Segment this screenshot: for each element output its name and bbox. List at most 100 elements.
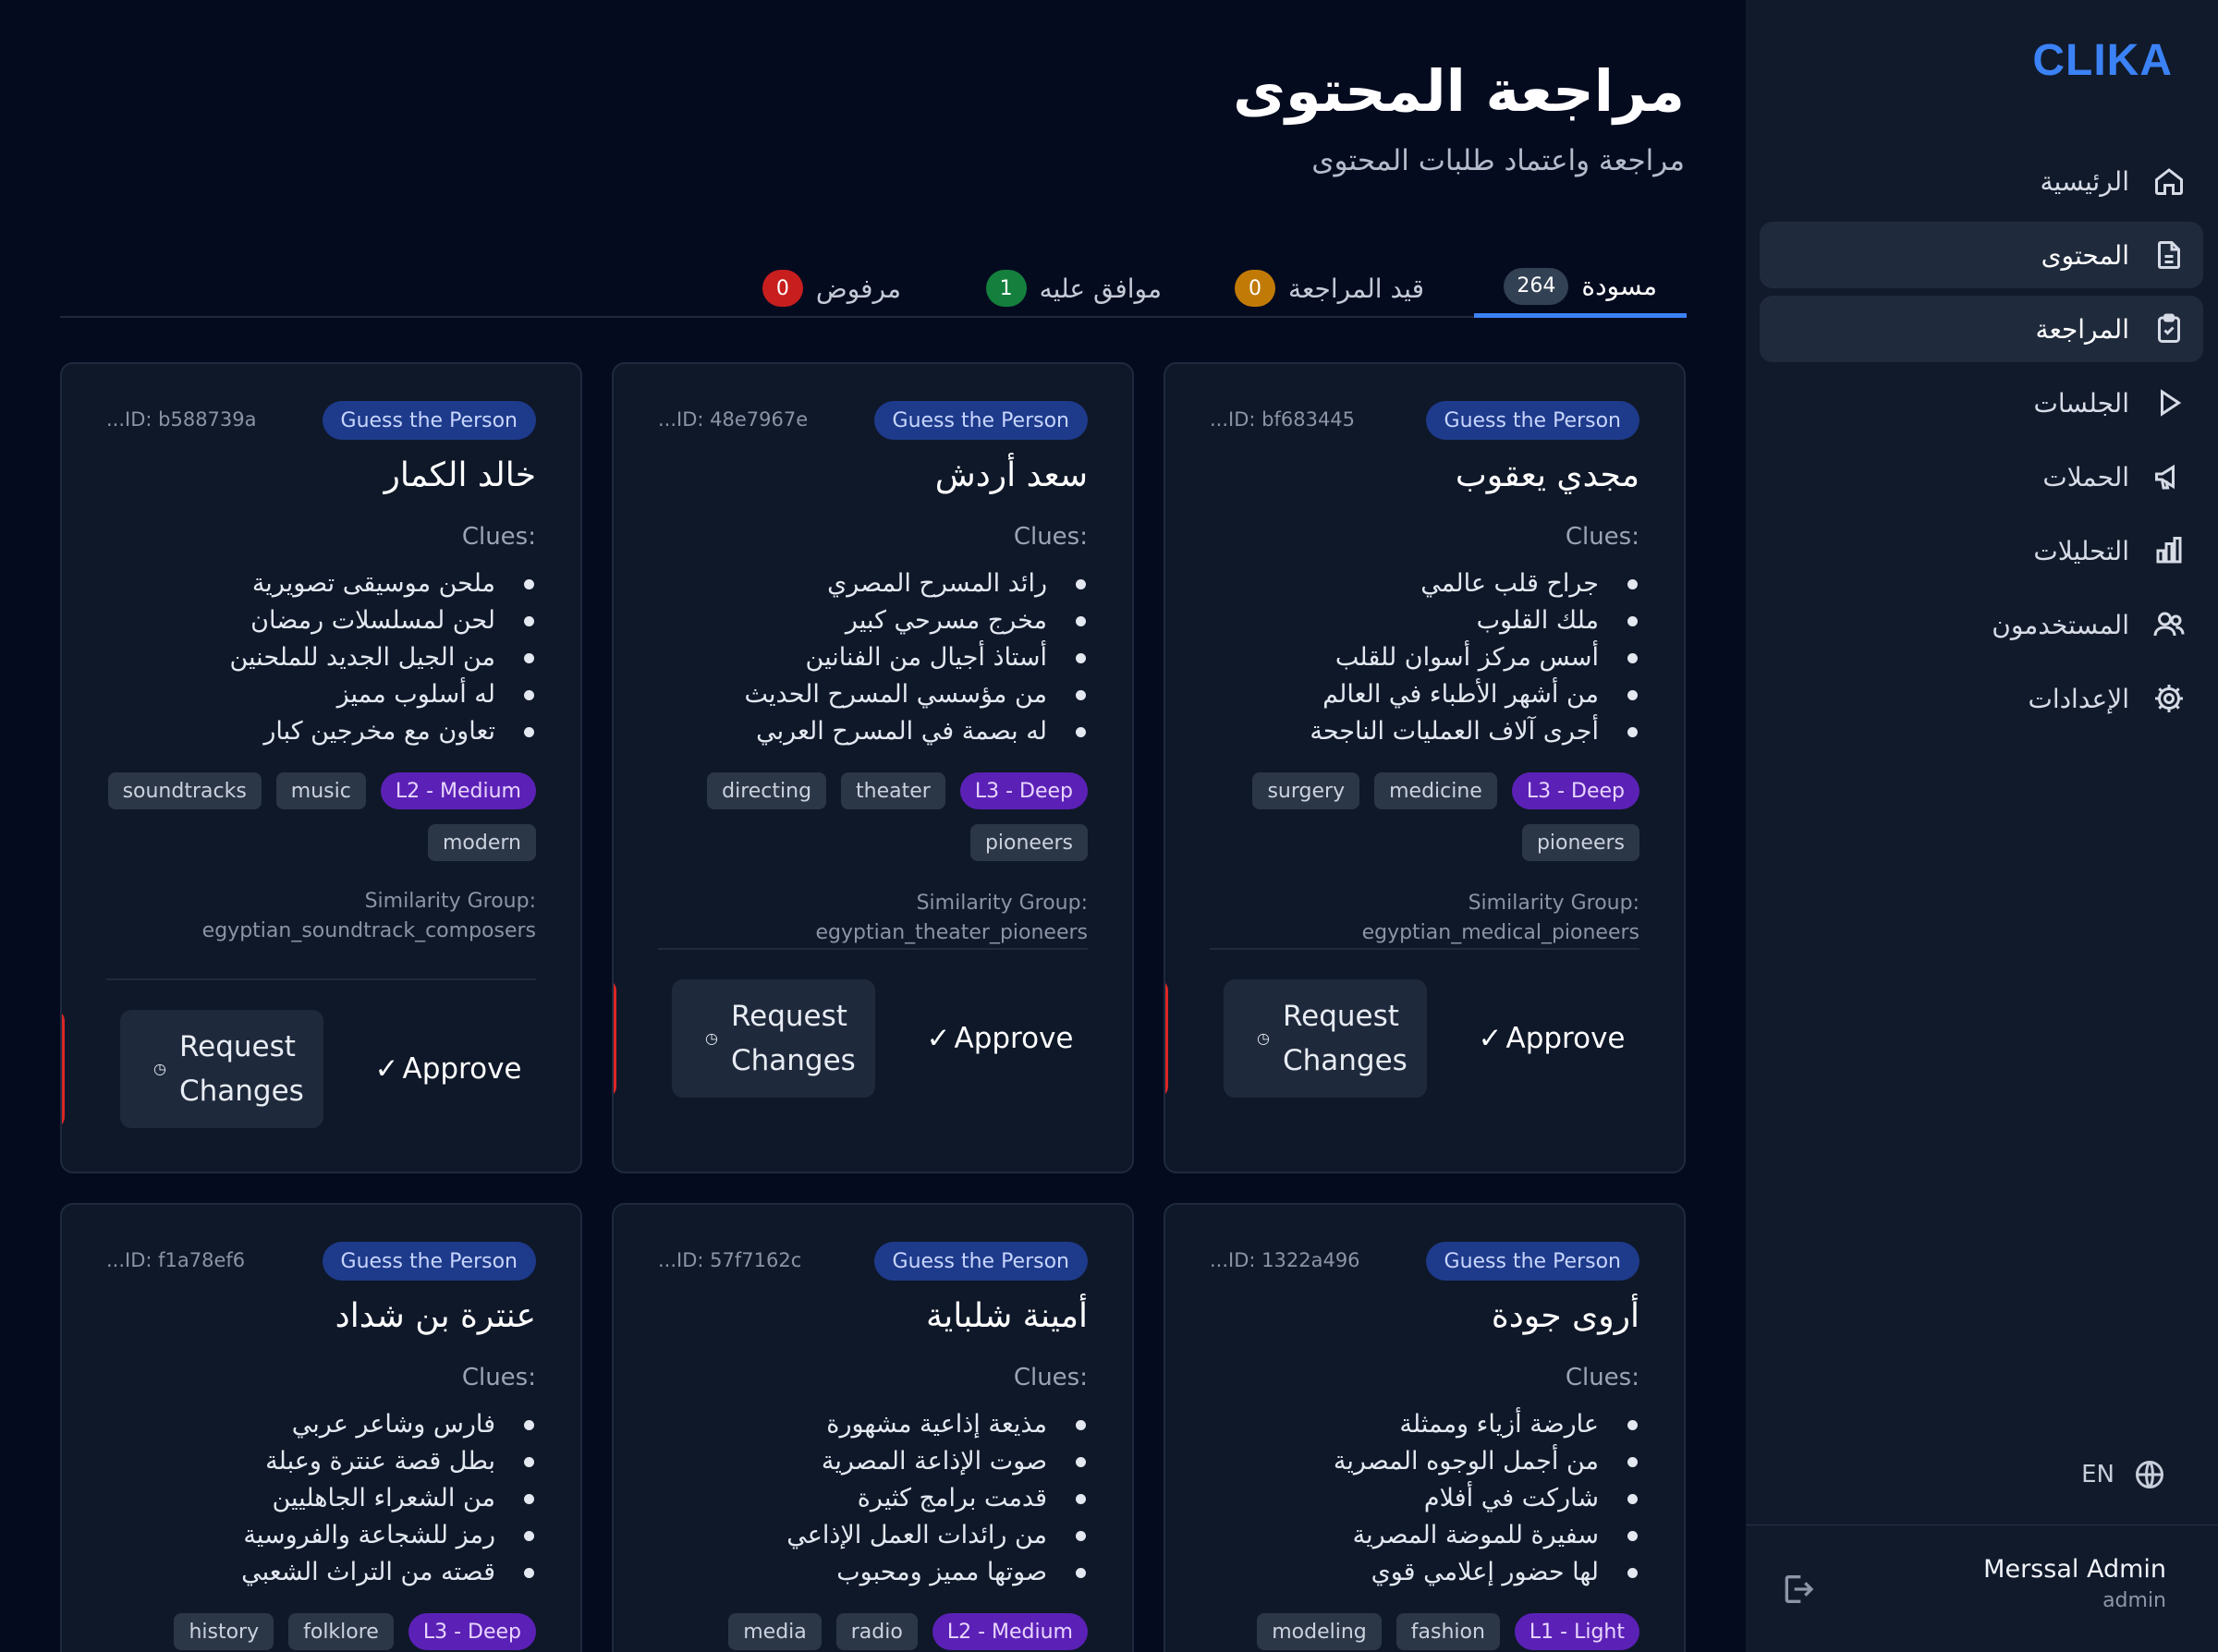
reject-button[interactable]: ✕ t bbox=[614, 979, 616, 1098]
category-badge: Guess the Person bbox=[322, 1242, 536, 1281]
category-badge: Guess the Person bbox=[322, 401, 536, 440]
users-icon bbox=[2151, 607, 2187, 642]
clue-item: أستاذ أجيال من الفنانين bbox=[658, 639, 1088, 676]
card-actions: ✓ Approve ◷ Request Changes ✕ t bbox=[1165, 979, 1639, 1098]
approve-label: Approve bbox=[402, 1052, 522, 1086]
clues-label: :Clues bbox=[461, 523, 536, 551]
sidebar-item-content[interactable]: المحتوى bbox=[1760, 222, 2203, 288]
language-label: EN bbox=[2081, 1461, 2114, 1488]
sidebar-item-label: الرئيسية bbox=[2040, 165, 2129, 197]
tag-list: L3 - Deep folklore history bbox=[106, 1613, 536, 1650]
level-tag: L3 - Deep bbox=[408, 1613, 536, 1650]
card-actions: ✓ Approve ◷ Request Changes ✕ t bbox=[614, 979, 1088, 1098]
home-icon bbox=[2151, 164, 2187, 199]
clipboard-check-icon bbox=[2151, 311, 2187, 346]
sidebar: CLIKA الرئيسية المحتوى المراجعة الجلسات … bbox=[1746, 0, 2218, 1652]
clue-item: من الجيل الجديد للملحنين bbox=[106, 639, 536, 676]
card-divider bbox=[1210, 948, 1639, 950]
sidebar-item-users[interactable]: المستخدمون bbox=[1760, 591, 2203, 658]
tag-list: L2 - Medium music soundtracks modern bbox=[106, 772, 536, 861]
card-title: مجدي يعقوب bbox=[1455, 456, 1639, 494]
clue-item: شاركت في أفلام bbox=[1210, 1480, 1639, 1517]
category-badge: Guess the Person bbox=[873, 401, 1088, 440]
content-id: ...ID: 48e7967e bbox=[658, 408, 809, 431]
count-badge: 0 bbox=[762, 270, 803, 307]
status-tabs: مسودة 264 قيد المراجعة 0 موافق عليه 1 مر… bbox=[60, 242, 1687, 318]
tag: modeling bbox=[1257, 1613, 1382, 1650]
sidebar-item-analytics[interactable]: التحليلات bbox=[1760, 517, 2203, 584]
clock-icon: ◷ bbox=[153, 1060, 166, 1077]
approve-button[interactable]: ✓ Approve bbox=[1464, 979, 1639, 1098]
tag-list: L1 - Light fashion modeling bbox=[1210, 1613, 1639, 1650]
tab-approved[interactable]: موافق عليه 1 bbox=[957, 259, 1191, 318]
approve-label: Approve bbox=[1505, 1022, 1626, 1055]
tag: directing bbox=[707, 772, 827, 809]
sidebar-item-home[interactable]: الرئيسية bbox=[1760, 148, 2203, 214]
user-name: Merssal Admin bbox=[1983, 1555, 2166, 1584]
content-id: ...ID: 1322a496 bbox=[1210, 1249, 1360, 1271]
similarity-group: Similarity Group: egyptian_theater_pione… bbox=[658, 889, 1089, 948]
clue-item: قدمت برامج كثيرة bbox=[658, 1480, 1088, 1517]
sidebar-item-sessions[interactable]: الجلسات bbox=[1760, 370, 2203, 436]
approve-button[interactable]: ✓ Approve bbox=[912, 979, 1088, 1098]
clock-icon: ◷ bbox=[705, 1029, 718, 1047]
clues-list: جراح قلب عالمي ملك القلوب أسس مركز أسوان… bbox=[1210, 565, 1639, 750]
clue-item: جراح قلب عالمي bbox=[1210, 565, 1639, 602]
tag: fashion bbox=[1395, 1613, 1500, 1650]
clue-item: من أشهر الأطباء في العالم bbox=[1210, 676, 1639, 713]
tab-label: مسودة bbox=[1581, 271, 1657, 301]
language-switcher[interactable]: EN bbox=[2081, 1458, 2166, 1491]
reject-button[interactable]: ✕ ect bbox=[62, 1010, 65, 1128]
level-tag: L1 - Light bbox=[1514, 1613, 1639, 1650]
clue-item: ملك القلوب bbox=[1210, 602, 1639, 639]
check-icon: ✓ bbox=[1478, 1022, 1503, 1055]
category-badge: Guess the Person bbox=[873, 1242, 1088, 1281]
logout-icon bbox=[1785, 1575, 1814, 1603]
tab-in-review[interactable]: قيد المراجعة 0 bbox=[1205, 259, 1454, 318]
tab-rejected[interactable]: مرفوض 0 bbox=[733, 259, 931, 318]
tab-draft[interactable]: مسودة 264 bbox=[1474, 259, 1687, 318]
request-changes-label: Request Changes bbox=[1282, 1000, 1408, 1077]
request-changes-button[interactable]: ◷ Request Changes bbox=[120, 1010, 323, 1128]
card-title: عنترة بن شداد bbox=[335, 1297, 536, 1335]
tag: pioneers bbox=[1521, 824, 1639, 861]
clue-item: صوت الإذاعة المصرية bbox=[658, 1443, 1088, 1480]
tag: soundtracks bbox=[107, 772, 262, 809]
clue-item: ملحن موسيقى تصويرية bbox=[106, 565, 536, 602]
tag: music bbox=[275, 772, 366, 809]
count-badge: 264 bbox=[1504, 267, 1569, 305]
sidebar-item-label: المراجعة bbox=[2035, 313, 2129, 345]
user-profile: Merssal Admin admin bbox=[1983, 1555, 2166, 1612]
request-changes-button[interactable]: ◷ Request Changes bbox=[1224, 979, 1427, 1098]
clues-list: فارس وشاعر عربي بطل قصة عنترة وعبلة من ا… bbox=[106, 1406, 536, 1591]
tag: pioneers bbox=[969, 824, 1088, 861]
similarity-prefix: Similarity Group: bbox=[364, 890, 536, 913]
reject-button[interactable]: ✕ t bbox=[1165, 979, 1168, 1098]
level-tag: L2 - Medium bbox=[380, 772, 536, 809]
clue-item: بطل قصة عنترة وعبلة bbox=[106, 1443, 536, 1480]
approve-label: Approve bbox=[954, 1022, 1074, 1055]
approve-button[interactable]: ✓ Approve bbox=[360, 1010, 536, 1128]
level-tag: L3 - Deep bbox=[959, 772, 1088, 809]
sidebar-item-label: الإعدادات bbox=[2028, 683, 2129, 714]
clue-item: مذيعة إذاعية مشهورة bbox=[658, 1406, 1088, 1443]
clues-label: :Clues bbox=[1565, 523, 1639, 551]
count-badge: 1 bbox=[985, 270, 1027, 307]
clues-list: رائد المسرح المصري مخرج مسرحي كبير أستاذ… bbox=[658, 565, 1088, 750]
request-changes-button[interactable]: ◷ Request Changes bbox=[672, 979, 875, 1098]
clue-item: لها حضور إعلامي قوي bbox=[1210, 1554, 1639, 1591]
logout-button[interactable] bbox=[1779, 1571, 1816, 1611]
sidebar-item-label: المستخدمون bbox=[1992, 609, 2129, 640]
sidebar-item-settings[interactable]: الإعدادات bbox=[1760, 665, 2203, 732]
tag: media bbox=[728, 1613, 822, 1650]
sidebar-item-campaigns[interactable]: الحملات bbox=[1760, 443, 2203, 510]
bar-chart-icon bbox=[2151, 533, 2187, 568]
sidebar-item-review[interactable]: المراجعة bbox=[1760, 296, 2203, 362]
clues-list: عارضة أزياء وممثلة من أجمل الوجوه المصري… bbox=[1210, 1406, 1639, 1591]
clue-item: من رائدات العمل الإذاعي bbox=[658, 1517, 1088, 1554]
content-card: ...ID: 48e7967e Guess the Person سعد أرد… bbox=[612, 362, 1134, 1173]
check-icon: ✓ bbox=[374, 1052, 399, 1086]
clues-label: :Clues bbox=[1013, 523, 1088, 551]
category-badge: Guess the Person bbox=[1425, 1242, 1639, 1281]
sidebar-item-label: التحليلات bbox=[2033, 535, 2129, 566]
